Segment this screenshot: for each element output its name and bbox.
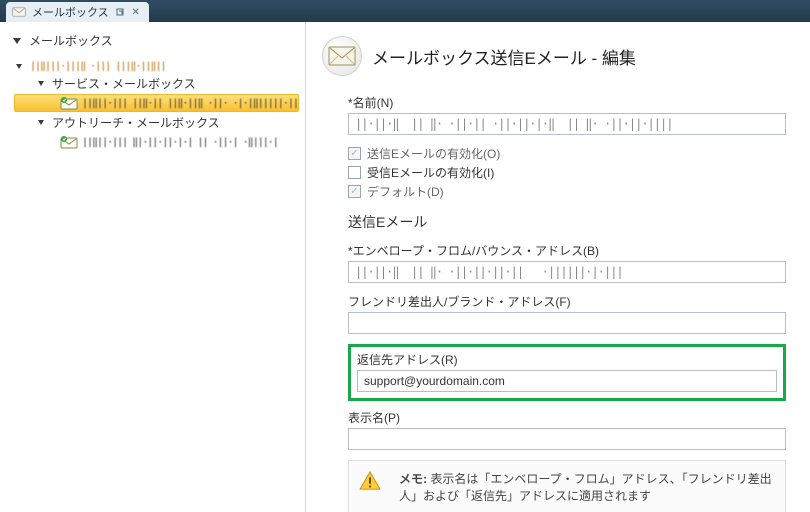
envelope-label: *エンベロープ・フロム/バウンス・アドレス(B) (348, 242, 786, 259)
note-label: メモ: (399, 472, 427, 486)
tree-root[interactable]: ||‖|||·|||‖ ·||| |||‖·||‖|| (14, 59, 299, 73)
display-name-input[interactable] (348, 428, 786, 450)
main-panel: メールボックス送信Eメール - 編集 *名前(N) ✓ 送信Eメールの有効化(O… (306, 22, 810, 512)
outgoing-enable-row: ✓ 送信Eメールの有効化(O) (348, 145, 786, 162)
outgoing-section-title: 送信Eメール (348, 212, 786, 232)
redacted-label: ||‖|||·|||‖ ·||| |||‖·||‖|| (30, 61, 166, 71)
name-label: *名前(N) (348, 94, 786, 111)
mailbox-form: *名前(N) ✓ 送信Eメールの有効化(O) 受信Eメールの有効化(I) ✓ デ… (322, 94, 794, 512)
tree-item-service-mailbox[interactable]: ||‖||·||| ||‖·|| ||‖·||‖ ·||· ·|·|‖|||||… (14, 94, 299, 112)
expand-icon (16, 64, 22, 69)
tab-title: メールボックス (32, 4, 109, 20)
sidebar-header[interactable]: メールボックス (8, 30, 299, 59)
incoming-enable-checkbox[interactable] (348, 166, 361, 179)
redacted-label: ||‖||·||| ‖|·||·||·|·| || ·||·| ·‖|||·| (82, 137, 278, 147)
mail-icon (12, 7, 26, 17)
sidebar-title: メールボックス (29, 32, 113, 49)
default-label: デフォルト(D) (367, 183, 444, 200)
tree-item-outreach-mailbox[interactable]: ||‖||·||| ‖|·||·||·|·| || ·||·| ·‖|||·| (14, 133, 299, 151)
envelope-from-input[interactable] (348, 261, 786, 283)
tree-group-label: アウトリーチ・メールボックス (52, 114, 220, 131)
default-row: ✓ デフォルト(D) (348, 183, 786, 200)
name-input[interactable] (348, 113, 786, 135)
page-title: メールボックス送信Eメール - 編集 (372, 44, 636, 69)
friendly-from-input[interactable] (348, 312, 786, 334)
sidebar: メールボックス ||‖|||·|||‖ ·||| |||‖·||‖|| サービス… (0, 22, 306, 512)
tab-mailbox[interactable]: メールボックス ✕ (6, 2, 149, 22)
expand-icon (38, 120, 44, 125)
envelope-icon (322, 36, 362, 76)
tab-close-icon[interactable]: ✕ (131, 7, 141, 17)
chevron-down-icon (13, 38, 21, 44)
redacted-label: ||‖||·||| ||‖·|| ||‖·||‖ ·||· ·|·|‖|||||… (82, 98, 298, 108)
default-checkbox: ✓ (348, 185, 361, 198)
incoming-enable-label: 受信Eメールの有効化(I) (367, 164, 494, 181)
mailbox-item-icon (60, 135, 78, 149)
outgoing-enable-checkbox: ✓ (348, 147, 361, 160)
tab-strip: メールボックス ✕ (0, 0, 810, 22)
note-text: 表示名は「エンベロープ・フロム」アドレス、「フレンドリ差出人」および「返信先」ア… (399, 472, 772, 503)
mailbox-tree: ||‖|||·|||‖ ·||| |||‖·||‖|| サービス・メールボックス… (8, 59, 299, 151)
tree-group-label: サービス・メールボックス (52, 75, 196, 92)
reply-to-highlight: 返信先アドレス(R) (348, 344, 786, 401)
reply-to-input[interactable] (357, 370, 777, 392)
outgoing-enable-label: 送信Eメールの有効化(O) (367, 145, 500, 162)
tree-group-service[interactable]: サービス・メールボックス (14, 73, 299, 94)
expand-icon (38, 81, 44, 86)
mailbox-item-icon (60, 96, 78, 110)
display-name-label: 表示名(P) (348, 409, 786, 426)
tree-group-outreach[interactable]: アウトリーチ・メールボックス (14, 112, 299, 133)
tab-popout-icon[interactable] (115, 7, 125, 17)
note-box: メモ: 表示名は「エンベロープ・フロム」アドレス、「フレンドリ差出人」および「返… (348, 460, 786, 512)
reply-to-label: 返信先アドレス(R) (357, 351, 777, 368)
warning-icon (359, 471, 381, 491)
friendly-from-label: フレンドリ差出人/ブランド・アドレス(F) (348, 293, 786, 310)
